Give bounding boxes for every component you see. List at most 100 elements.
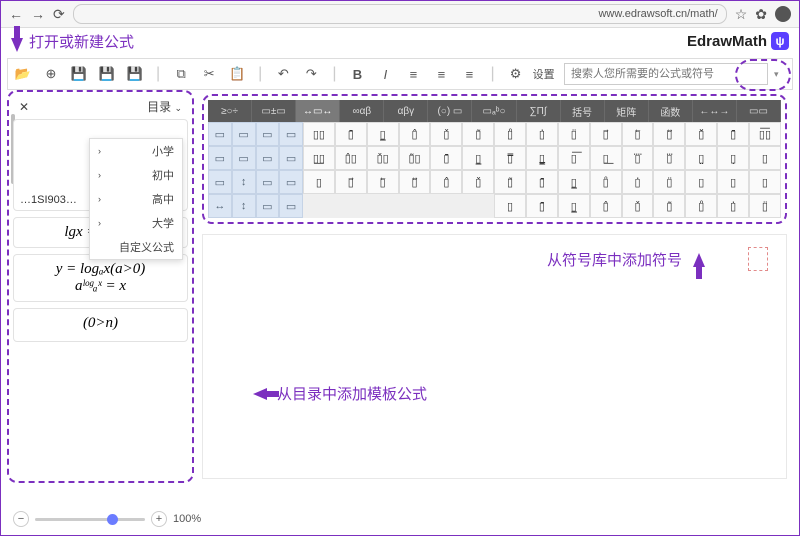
symbol-cell[interactable]: ▯̲ (367, 122, 399, 146)
catalog-card-4[interactable]: (0>n) (13, 308, 188, 342)
symbol-cell[interactable]: ▯̈ (653, 170, 685, 194)
star-icon[interactable]: ☆ (735, 6, 748, 23)
catalog-card-3[interactable]: y = logₐx(a>0) aˡᵒᵍₐˣ = x (13, 254, 188, 302)
symbol-nav-cell[interactable]: ▭ (256, 194, 280, 218)
symbol-cell[interactable]: ▯̄ (335, 122, 367, 146)
symbol-cell[interactable]: ▯̲ (462, 146, 494, 170)
symbol-cell[interactable]: ▯̃▯ (399, 146, 431, 170)
symbol-cell[interactable]: ▯ (494, 194, 526, 218)
symbol-cell[interactable]: ▯̲ (558, 170, 590, 194)
chevron-down-icon[interactable]: ⌄ (174, 103, 182, 113)
nav-fwd-icon[interactable]: → (31, 6, 45, 23)
nav-reload-icon[interactable]: ⟳ (53, 6, 65, 23)
symbol-cell[interactable]: ▯⃜ (622, 146, 654, 170)
symbol-nav-cell[interactable]: ▭ (279, 170, 303, 194)
italic-icon[interactable]: I (374, 63, 396, 85)
zoom-in-button[interactable]: + (151, 511, 167, 527)
symbol-tab[interactable]: 函数 (649, 100, 693, 122)
menu-item[interactable]: 自定义公式 (90, 235, 182, 259)
copy-icon[interactable]: ⧉ (170, 63, 192, 85)
symbol-cell[interactable]: ▯⃗ (335, 170, 367, 194)
symbol-cell[interactable]: ▯̂▯ (335, 146, 367, 170)
symbol-cell[interactable]: ▯̌ (622, 194, 654, 218)
symbol-nav-cell[interactable]: ▭ (279, 194, 303, 218)
symbol-tab[interactable]: αβγ (384, 100, 428, 122)
menu-item[interactable]: ›小学 (90, 139, 182, 163)
symbol-cell[interactable]: ▯̄ (526, 194, 558, 218)
symbol-tab[interactable]: ↔▭↔ (296, 100, 340, 122)
symbol-nav-cell[interactable]: ▭ (256, 146, 280, 170)
new-icon[interactable]: ⊕ (40, 63, 62, 85)
symbol-cell[interactable]: ▯͞▯ (749, 122, 781, 146)
symbol-tab[interactable]: 括号 (561, 100, 605, 122)
align3-icon[interactable]: ≡ (458, 63, 480, 85)
symbol-cell[interactable]: ▯̣ (717, 146, 749, 170)
url-box[interactable]: www.edrawsoft.cn/math/ (73, 4, 727, 24)
symbol-cell[interactable]: ▯̊ (685, 194, 717, 218)
symbol-nav-cell[interactable]: ↕ (232, 194, 256, 218)
symbol-cell[interactable]: ▯̌▯ (367, 146, 399, 170)
symbol-nav-cell[interactable]: ▭ (279, 146, 303, 170)
symbol-cell[interactable]: ▯̈ (558, 122, 590, 146)
symbol-nav-cell[interactable]: ▭ (208, 146, 232, 170)
symbol-cell[interactable]: ▯̊ (494, 122, 526, 146)
symbol-tab[interactable]: ∑Π∫ (517, 100, 561, 122)
symbol-tab[interactable]: ▭±▭ (252, 100, 296, 122)
symbol-nav-cell[interactable]: ↔ (208, 194, 232, 218)
symbol-cell[interactable]: ▯̆ (685, 122, 717, 146)
symbol-cell[interactable]: ▯▯ (303, 122, 335, 146)
cut-icon[interactable]: ✂ (198, 63, 220, 85)
symbol-cell[interactable]: ▯ (685, 170, 717, 194)
symbol-tab[interactable]: 矩阵 (605, 100, 649, 122)
symbol-cell[interactable]: ▯̳ (526, 146, 558, 170)
symbol-cell[interactable]: ▯̌ (462, 170, 494, 194)
undo-icon[interactable]: ↶ (272, 63, 294, 85)
symbol-cell[interactable]: ▯̃ (653, 194, 685, 218)
symbol-nav-cell[interactable]: ▭ (279, 122, 303, 146)
redo-icon[interactable]: ↷ (300, 63, 322, 85)
ext-icon[interactable]: ✿ (755, 6, 767, 23)
symbol-cell[interactable]: ▯̃ (462, 122, 494, 146)
symbol-cell[interactable]: ▯̈ (749, 194, 781, 218)
symbol-cell[interactable]: ▯̄ (526, 170, 558, 194)
symbol-nav-cell[interactable]: ↕ (232, 170, 256, 194)
symbol-cell[interactable]: ▯̤ (685, 146, 717, 170)
symbol-cell[interactable]: ▯͟ (590, 146, 622, 170)
symbol-cell[interactable]: ▯̂ (430, 170, 462, 194)
symbol-cell[interactable]: ▯⃖ (367, 170, 399, 194)
symbol-tab[interactable]: ▭ₐᵇ○ (472, 100, 516, 122)
bold-icon[interactable]: B (346, 63, 368, 85)
symbol-nav-cell[interactable]: ▭ (256, 170, 280, 194)
symbol-cell[interactable]: ▯̿ (494, 146, 526, 170)
paste-icon[interactable]: 📋 (226, 63, 248, 85)
symbol-tab[interactable]: ▭▭ (737, 100, 781, 122)
symbol-cell[interactable]: ▯ (717, 170, 749, 194)
saveas-icon[interactable]: 💾 (96, 63, 118, 85)
symbol-cell[interactable]: ▯⃗ (590, 122, 622, 146)
symbol-cell[interactable]: ▯̄ (717, 122, 749, 146)
symbol-tab[interactable]: (○) ▭ (428, 100, 472, 122)
symbol-cell[interactable]: ▯⃡ (653, 122, 685, 146)
symbol-nav-cell[interactable]: ▭ (232, 122, 256, 146)
settings-label[interactable]: 设置 (533, 66, 555, 82)
formula-canvas[interactable]: 从符号库中添加符号 从目录中添加模板公式 (202, 234, 787, 479)
symbol-tab[interactable]: ≥○÷ (208, 100, 252, 122)
symbol-cell[interactable]: ▯⃛ (653, 146, 685, 170)
symbol-cell[interactable]: ▯̃ (494, 170, 526, 194)
symbol-cell[interactable]: ▯̇ (526, 122, 558, 146)
symbol-cell[interactable]: ▯̂ (590, 194, 622, 218)
symbol-cell[interactable]: ▯̌ (430, 122, 462, 146)
symbol-cell[interactable]: ▯̊ (590, 170, 622, 194)
symbol-cell[interactable]: ▯̇ (622, 170, 654, 194)
symbol-nav-cell[interactable]: ▭ (232, 146, 256, 170)
avatar-icon[interactable] (775, 6, 791, 22)
symbol-cell[interactable]: ▯ (749, 170, 781, 194)
nav-back-icon[interactable]: ← (9, 6, 23, 23)
symbol-cell[interactable]: ▯͟▯ (303, 146, 335, 170)
export-icon[interactable]: 💾 (124, 63, 146, 85)
symbol-cell[interactable]: ▯ (749, 146, 781, 170)
symbol-cell[interactable]: ▯̂ (399, 122, 431, 146)
align1-icon[interactable]: ≡ (402, 63, 424, 85)
zoom-thumb[interactable] (107, 514, 118, 525)
symbol-nav-cell[interactable]: ▭ (256, 122, 280, 146)
